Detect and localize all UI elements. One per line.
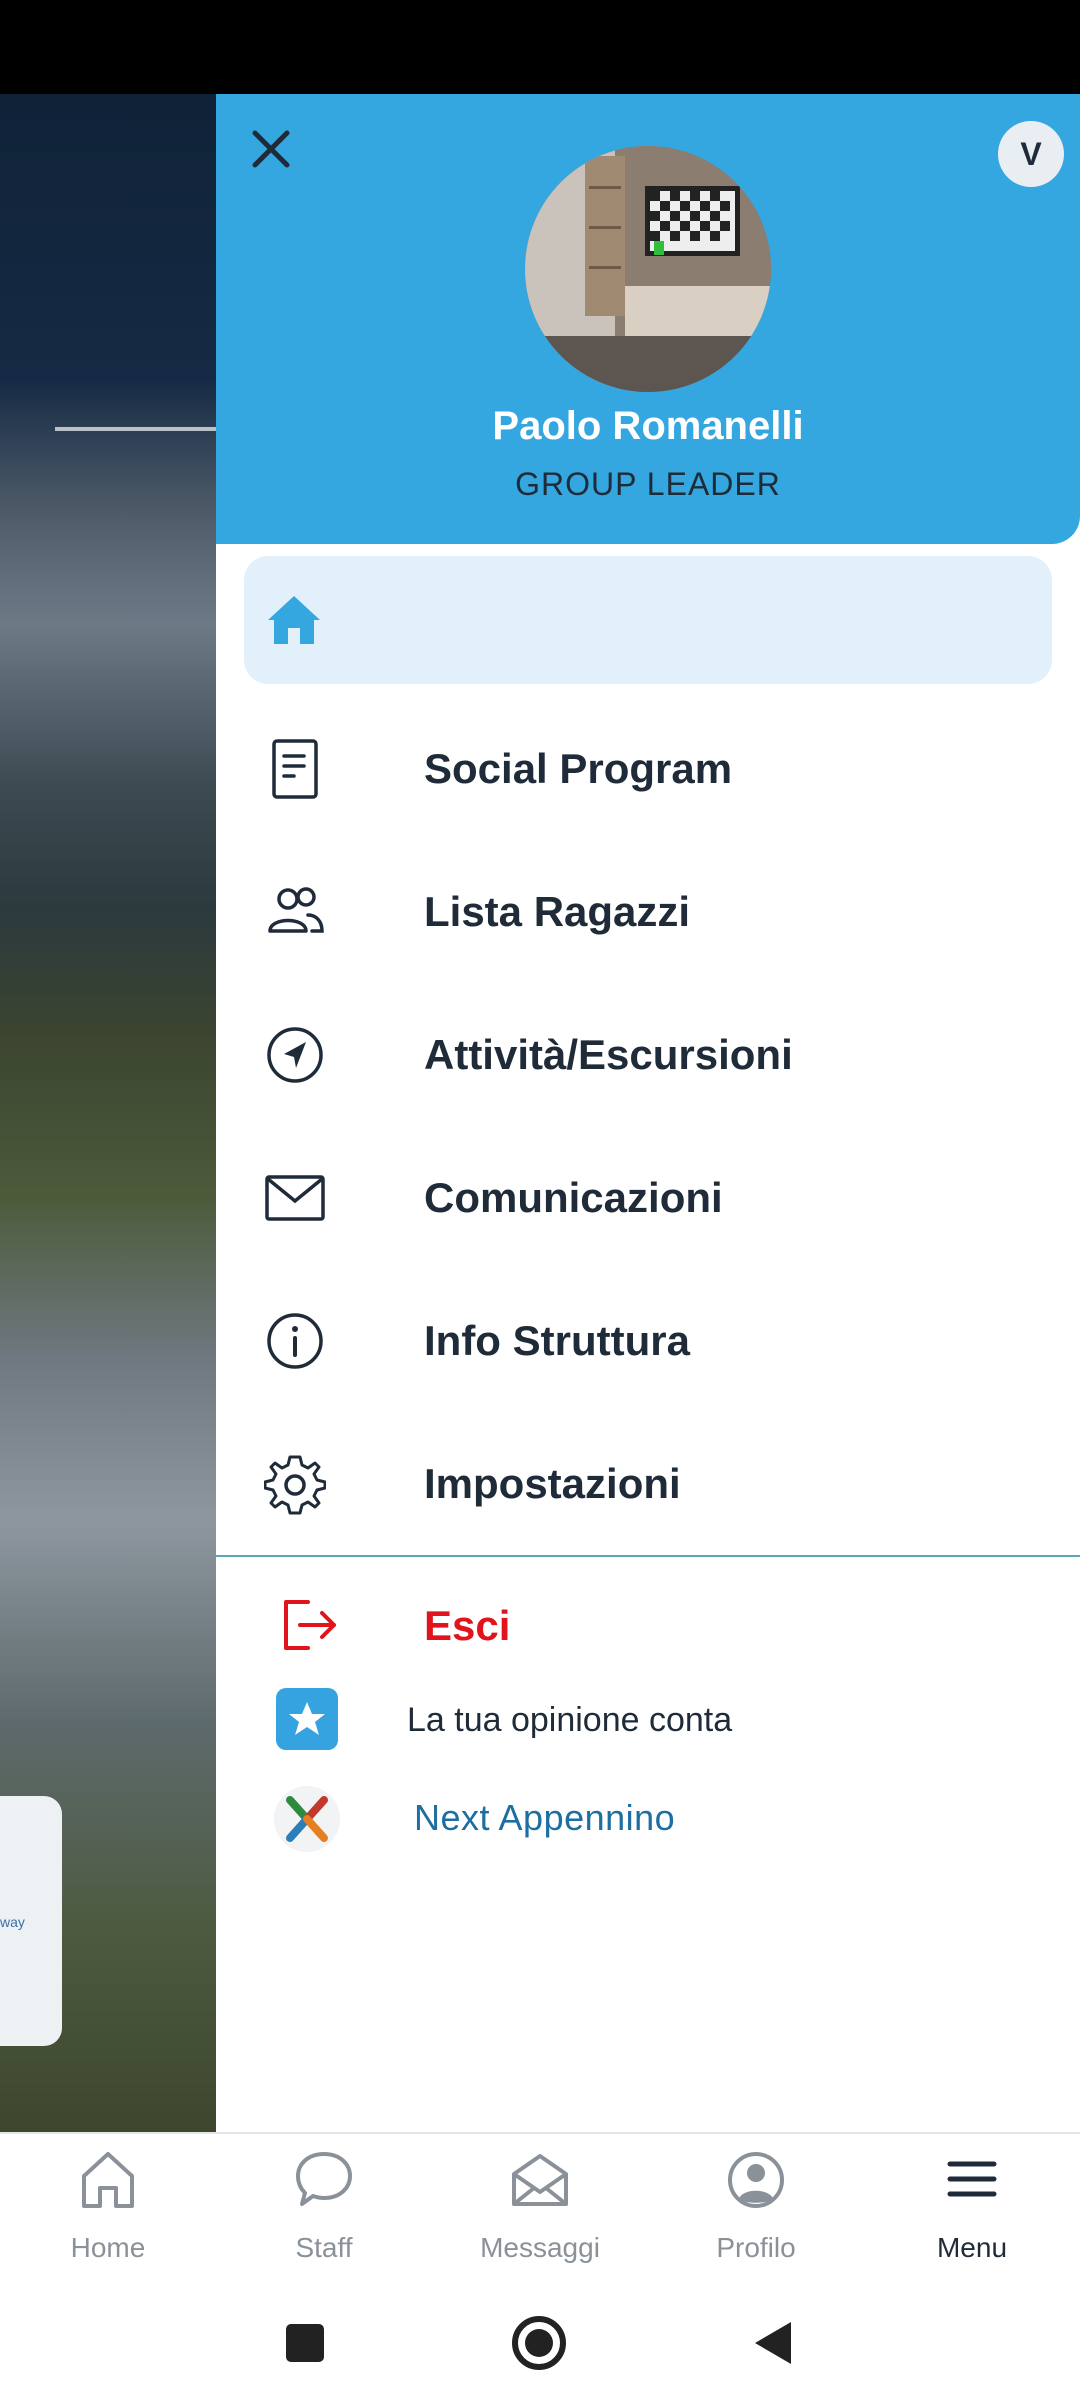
nav-profilo[interactable]: Profilo <box>648 2134 864 2290</box>
feedback-link[interactable]: La tua opinione conta <box>216 1678 1080 1762</box>
background-divider <box>55 427 216 431</box>
next-appennino-label: Next Appennino <box>414 1797 676 1838</box>
settings-icon <box>264 1455 326 1515</box>
nav-label: Menu <box>936 2232 1008 2263</box>
background-card: way <box>0 1796 62 2046</box>
drawer-divider <box>216 1555 1080 1557</box>
recents-button[interactable] <box>270 2310 340 2376</box>
feedback-label: La tua opinione conta <box>407 1701 733 1739</box>
menu-icon <box>947 2161 997 2197</box>
home-system-button[interactable] <box>504 2310 574 2376</box>
profile-picture <box>525 146 771 392</box>
nav-label: Home <box>70 2232 146 2263</box>
close-icon <box>252 130 290 168</box>
nav-label: Staff <box>295 2232 353 2263</box>
drawer-item-label: Lista Ragazzi <box>424 888 691 935</box>
close-button[interactable] <box>242 120 300 178</box>
user-name: Paolo Romanelli <box>492 404 804 448</box>
mail-icon <box>265 1175 325 1221</box>
background-card-text: way <box>0 1914 25 1930</box>
drawer-item-label: Attività/Escursioni <box>424 1031 793 1078</box>
drawer-item-label: Comunicazioni <box>424 1174 723 1221</box>
home-circle-icon <box>512 2316 566 2370</box>
back-button[interactable] <box>738 2310 808 2376</box>
nav-staff[interactable]: Staff <box>216 2134 432 2290</box>
back-icon <box>755 2322 791 2364</box>
nav-label: Profilo <box>716 2232 796 2263</box>
people-icon <box>268 887 324 933</box>
profile-icon <box>728 2152 784 2208</box>
user-initial: V <box>1020 135 1042 172</box>
navigation-drawer: V Paolo Romanelli GROUP LEADER Social Pr… <box>216 94 1080 2132</box>
nav-home[interactable]: Home <box>0 2134 216 2290</box>
recents-icon <box>286 2324 324 2362</box>
nav-menu[interactable]: Menu <box>864 2134 1080 2290</box>
home-icon <box>82 2152 134 2208</box>
drawer-item-label: Social Program <box>424 745 733 792</box>
envelope-icon <box>512 2154 568 2206</box>
home-icon <box>268 596 320 644</box>
background-page: way <box>0 94 216 2132</box>
logout-button[interactable]: Esci <box>216 1584 1080 1668</box>
compass-icon <box>267 1027 323 1083</box>
user-role: GROUP LEADER <box>515 466 781 502</box>
next-appennino-logo-icon <box>274 1786 340 1852</box>
status-bar <box>0 0 1080 94</box>
bottom-navigation: Home Staff Messaggi Profilo Menu <box>0 2132 1080 2290</box>
drawer-item-info-struttura[interactable]: Info Struttura <box>216 1286 1080 1396</box>
chat-icon <box>296 2152 352 2206</box>
document-icon <box>272 739 318 799</box>
drawer-header: V Paolo Romanelli GROUP LEADER <box>216 94 1080 544</box>
system-navigation-bar <box>0 2288 1080 2400</box>
user-initial-avatar[interactable]: V <box>998 121 1064 187</box>
nav-messaggi[interactable]: Messaggi <box>432 2134 648 2290</box>
nav-label: Messaggi <box>480 2232 600 2263</box>
drawer-item-label: Impostazioni <box>424 1460 681 1507</box>
drawer-item-label: Info Struttura <box>424 1317 690 1364</box>
logout-label: Esci <box>424 1602 511 1649</box>
drawer-item-social-program[interactable]: Social Program <box>216 714 1080 824</box>
drawer-item-impostazioni[interactable]: Impostazioni <box>216 1429 1080 1539</box>
next-appennino-link[interactable]: Next Appennino <box>216 1776 1080 1860</box>
info-icon <box>267 1313 323 1369</box>
drawer-item-comunicazioni[interactable]: Comunicazioni <box>216 1143 1080 1253</box>
drawer-item-attivita-escursioni[interactable]: Attività/Escursioni <box>216 1000 1080 1110</box>
star-icon <box>276 1688 338 1750</box>
logout-icon <box>284 1600 336 1650</box>
drawer-item-lista-ragazzi[interactable]: Lista Ragazzi <box>216 857 1080 967</box>
drawer-item-home[interactable] <box>244 556 1052 684</box>
